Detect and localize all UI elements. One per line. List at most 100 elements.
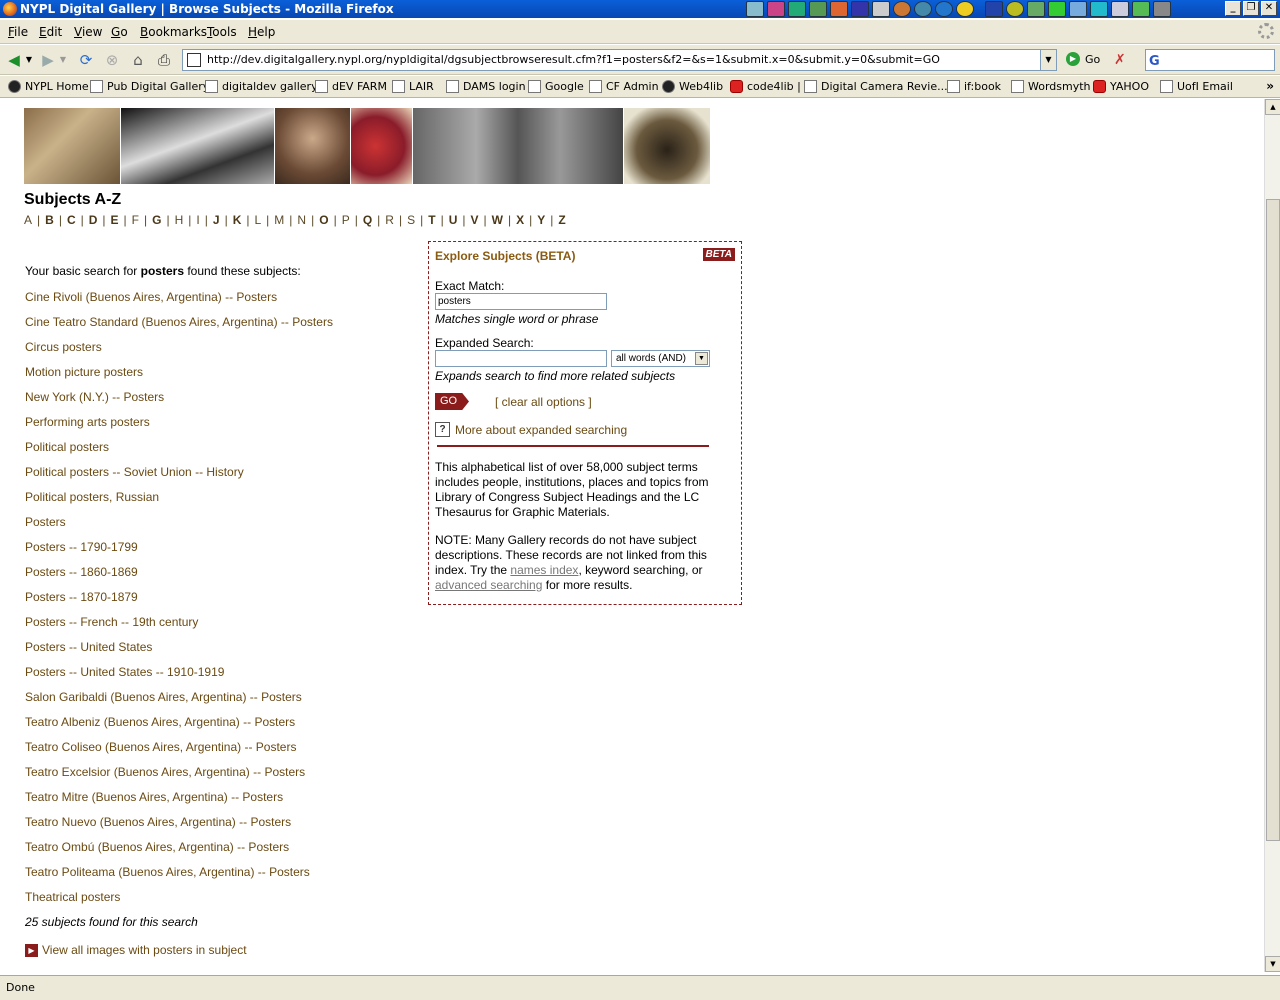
app-icon[interactable] bbox=[1048, 1, 1066, 17]
app-icon[interactable] bbox=[1132, 1, 1150, 17]
subject-link[interactable]: Cine Teatro Standard (Buenos Aires, Arge… bbox=[25, 315, 333, 340]
chevron-down-icon[interactable]: ▼ bbox=[1040, 50, 1056, 70]
letter-link-f[interactable]: F bbox=[132, 213, 139, 227]
subject-link[interactable]: Teatro Albeniz (Buenos Aires, Argentina)… bbox=[25, 715, 333, 740]
bookmark-item[interactable]: if:book bbox=[947, 80, 1001, 93]
subject-link[interactable]: Posters -- 1860-1869 bbox=[25, 565, 333, 590]
ftp-icon[interactable] bbox=[985, 1, 1003, 17]
bookmark-item[interactable]: UofI Email bbox=[1160, 80, 1233, 93]
letter-link-e[interactable]: E bbox=[111, 213, 119, 227]
app-icon[interactable] bbox=[767, 1, 785, 17]
subject-link[interactable]: Performing arts posters bbox=[25, 415, 333, 440]
url-input[interactable]: http://dev.digitalgallery.nypl.org/nypld… bbox=[182, 49, 1057, 71]
back-arrow-icon[interactable]: ◀ bbox=[4, 50, 24, 70]
restore-button[interactable]: ❐ bbox=[1243, 1, 1259, 16]
menu-view[interactable]: View bbox=[74, 25, 102, 39]
letter-link-x[interactable]: X bbox=[516, 213, 524, 227]
subject-link[interactable]: Salon Garibaldi (Buenos Aires, Argentina… bbox=[25, 690, 333, 715]
app-icon[interactable] bbox=[809, 1, 827, 17]
app-icon[interactable] bbox=[872, 1, 890, 17]
view-all-link[interactable]: ▶ View all images with posters in subjec… bbox=[25, 943, 333, 957]
letter-link-a[interactable]: A bbox=[24, 213, 32, 227]
app-icon[interactable] bbox=[1069, 1, 1087, 17]
subject-link[interactable]: Political posters, Russian bbox=[25, 490, 333, 515]
letter-link-d[interactable]: D bbox=[89, 213, 98, 227]
bookmark-item[interactable]: NYPL Home bbox=[8, 80, 89, 93]
extension-icon[interactable]: ✗ bbox=[1114, 52, 1126, 68]
subject-link[interactable]: Political posters -- Soviet Union -- His… bbox=[25, 465, 333, 490]
chevron-down-icon[interactable]: ▼ bbox=[24, 50, 34, 70]
subject-link[interactable]: Motion picture posters bbox=[25, 365, 333, 390]
subject-link[interactable]: Teatro Coliseo (Buenos Aires, Argentina)… bbox=[25, 740, 333, 765]
subject-link[interactable]: Teatro Mitre (Buenos Aires, Argentina) -… bbox=[25, 790, 333, 815]
letter-link-i[interactable]: I bbox=[196, 213, 199, 227]
app-icon[interactable] bbox=[1153, 1, 1171, 17]
menu-help[interactable]: Help bbox=[248, 25, 275, 39]
help-link[interactable]: ? More about expanded searching bbox=[435, 422, 735, 437]
bookmark-item[interactable]: LAIR bbox=[392, 80, 434, 93]
subject-link[interactable]: Posters -- French -- 19th century bbox=[25, 615, 333, 640]
app-icon[interactable] bbox=[1027, 1, 1045, 17]
letter-link-o[interactable]: O bbox=[319, 213, 328, 227]
subject-link[interactable]: Posters bbox=[25, 515, 333, 540]
menu-file[interactable]: File bbox=[8, 25, 28, 39]
letter-link-l[interactable]: L bbox=[254, 213, 261, 227]
clear-options-link[interactable]: [ clear all options ] bbox=[495, 395, 592, 409]
letter-link-h[interactable]: H bbox=[175, 213, 184, 227]
search-mode-select[interactable]: all words (AND) ▼ bbox=[611, 350, 710, 367]
letter-link-n[interactable]: N bbox=[297, 213, 306, 227]
letter-link-s[interactable]: S bbox=[407, 213, 415, 227]
app-icon[interactable] bbox=[830, 1, 848, 17]
letter-link-c[interactable]: C bbox=[67, 213, 76, 227]
stop-icon[interactable]: ⊗ bbox=[102, 50, 122, 70]
app-icon[interactable] bbox=[1090, 1, 1108, 17]
go-button[interactable]: GO bbox=[435, 393, 469, 410]
reload-icon[interactable]: ⟳ bbox=[76, 50, 96, 70]
bookmark-item[interactable]: Web4lib bbox=[662, 80, 723, 93]
letter-link-z[interactable]: Z bbox=[558, 213, 565, 227]
app-icon[interactable] bbox=[914, 1, 932, 17]
home-icon[interactable]: ⌂ bbox=[128, 50, 148, 70]
bookmark-item[interactable]: dEV FARM bbox=[315, 80, 387, 93]
bookmark-item[interactable]: Pub Digital Gallery bbox=[90, 80, 209, 93]
bookmark-item[interactable]: Google bbox=[528, 80, 584, 93]
letter-link-k[interactable]: K bbox=[233, 213, 242, 227]
subject-link[interactable]: New York (N.Y.) -- Posters bbox=[25, 390, 333, 415]
scroll-down-icon[interactable]: ▼ bbox=[1265, 956, 1280, 972]
word-icon[interactable] bbox=[851, 1, 869, 17]
subject-link[interactable]: Posters -- United States bbox=[25, 640, 333, 665]
search-icon[interactable] bbox=[1111, 1, 1129, 17]
letter-link-t[interactable]: T bbox=[428, 213, 435, 227]
menu-edit[interactable]: Edit bbox=[39, 25, 62, 39]
letter-link-j[interactable]: J bbox=[213, 213, 220, 227]
print-icon[interactable]: ⎙ bbox=[154, 50, 174, 70]
forward-arrow-icon[interactable]: ▶ bbox=[38, 50, 58, 70]
letter-link-w[interactable]: W bbox=[492, 213, 503, 227]
firefox-icon[interactable] bbox=[893, 1, 911, 17]
chevron-right-icon[interactable]: » bbox=[1266, 79, 1274, 93]
bookmark-item[interactable]: DAMS login bbox=[446, 80, 526, 93]
subject-link[interactable]: Posters -- 1870-1879 bbox=[25, 590, 333, 615]
subject-link[interactable]: Circus posters bbox=[25, 340, 333, 365]
subject-link[interactable]: Political posters bbox=[25, 440, 333, 465]
subject-link[interactable]: Theatrical posters bbox=[25, 890, 333, 915]
excel-icon[interactable] bbox=[788, 1, 806, 17]
menu-bookmarks[interactable]: Bookmarks bbox=[140, 25, 207, 39]
search-input[interactable]: G bbox=[1145, 49, 1275, 71]
bookmark-item[interactable]: Digital Camera Revie... bbox=[804, 80, 948, 93]
go-button[interactable]: ▶ Go bbox=[1066, 52, 1100, 66]
app-icon[interactable] bbox=[1006, 1, 1024, 17]
app-icon[interactable] bbox=[956, 1, 974, 17]
subject-link[interactable]: Teatro Politeama (Buenos Aires, Argentin… bbox=[25, 865, 333, 890]
vertical-scrollbar[interactable]: ▲ ▼ bbox=[1264, 99, 1280, 972]
subject-link[interactable]: Posters -- United States -- 1910-1919 bbox=[25, 665, 333, 690]
letter-link-b[interactable]: B bbox=[45, 213, 54, 227]
app-icon[interactable] bbox=[746, 1, 764, 17]
subject-link[interactable]: Teatro Ombú (Buenos Aires, Argentina) --… bbox=[25, 840, 333, 865]
letter-link-y[interactable]: Y bbox=[537, 213, 545, 227]
scroll-up-icon[interactable]: ▲ bbox=[1265, 99, 1280, 115]
ie-icon[interactable] bbox=[935, 1, 953, 17]
letter-link-r[interactable]: R bbox=[385, 213, 394, 227]
subject-link[interactable]: Cine Rivoli (Buenos Aires, Argentina) --… bbox=[25, 290, 333, 315]
bookmark-item[interactable]: code4lib | bbox=[730, 80, 801, 93]
